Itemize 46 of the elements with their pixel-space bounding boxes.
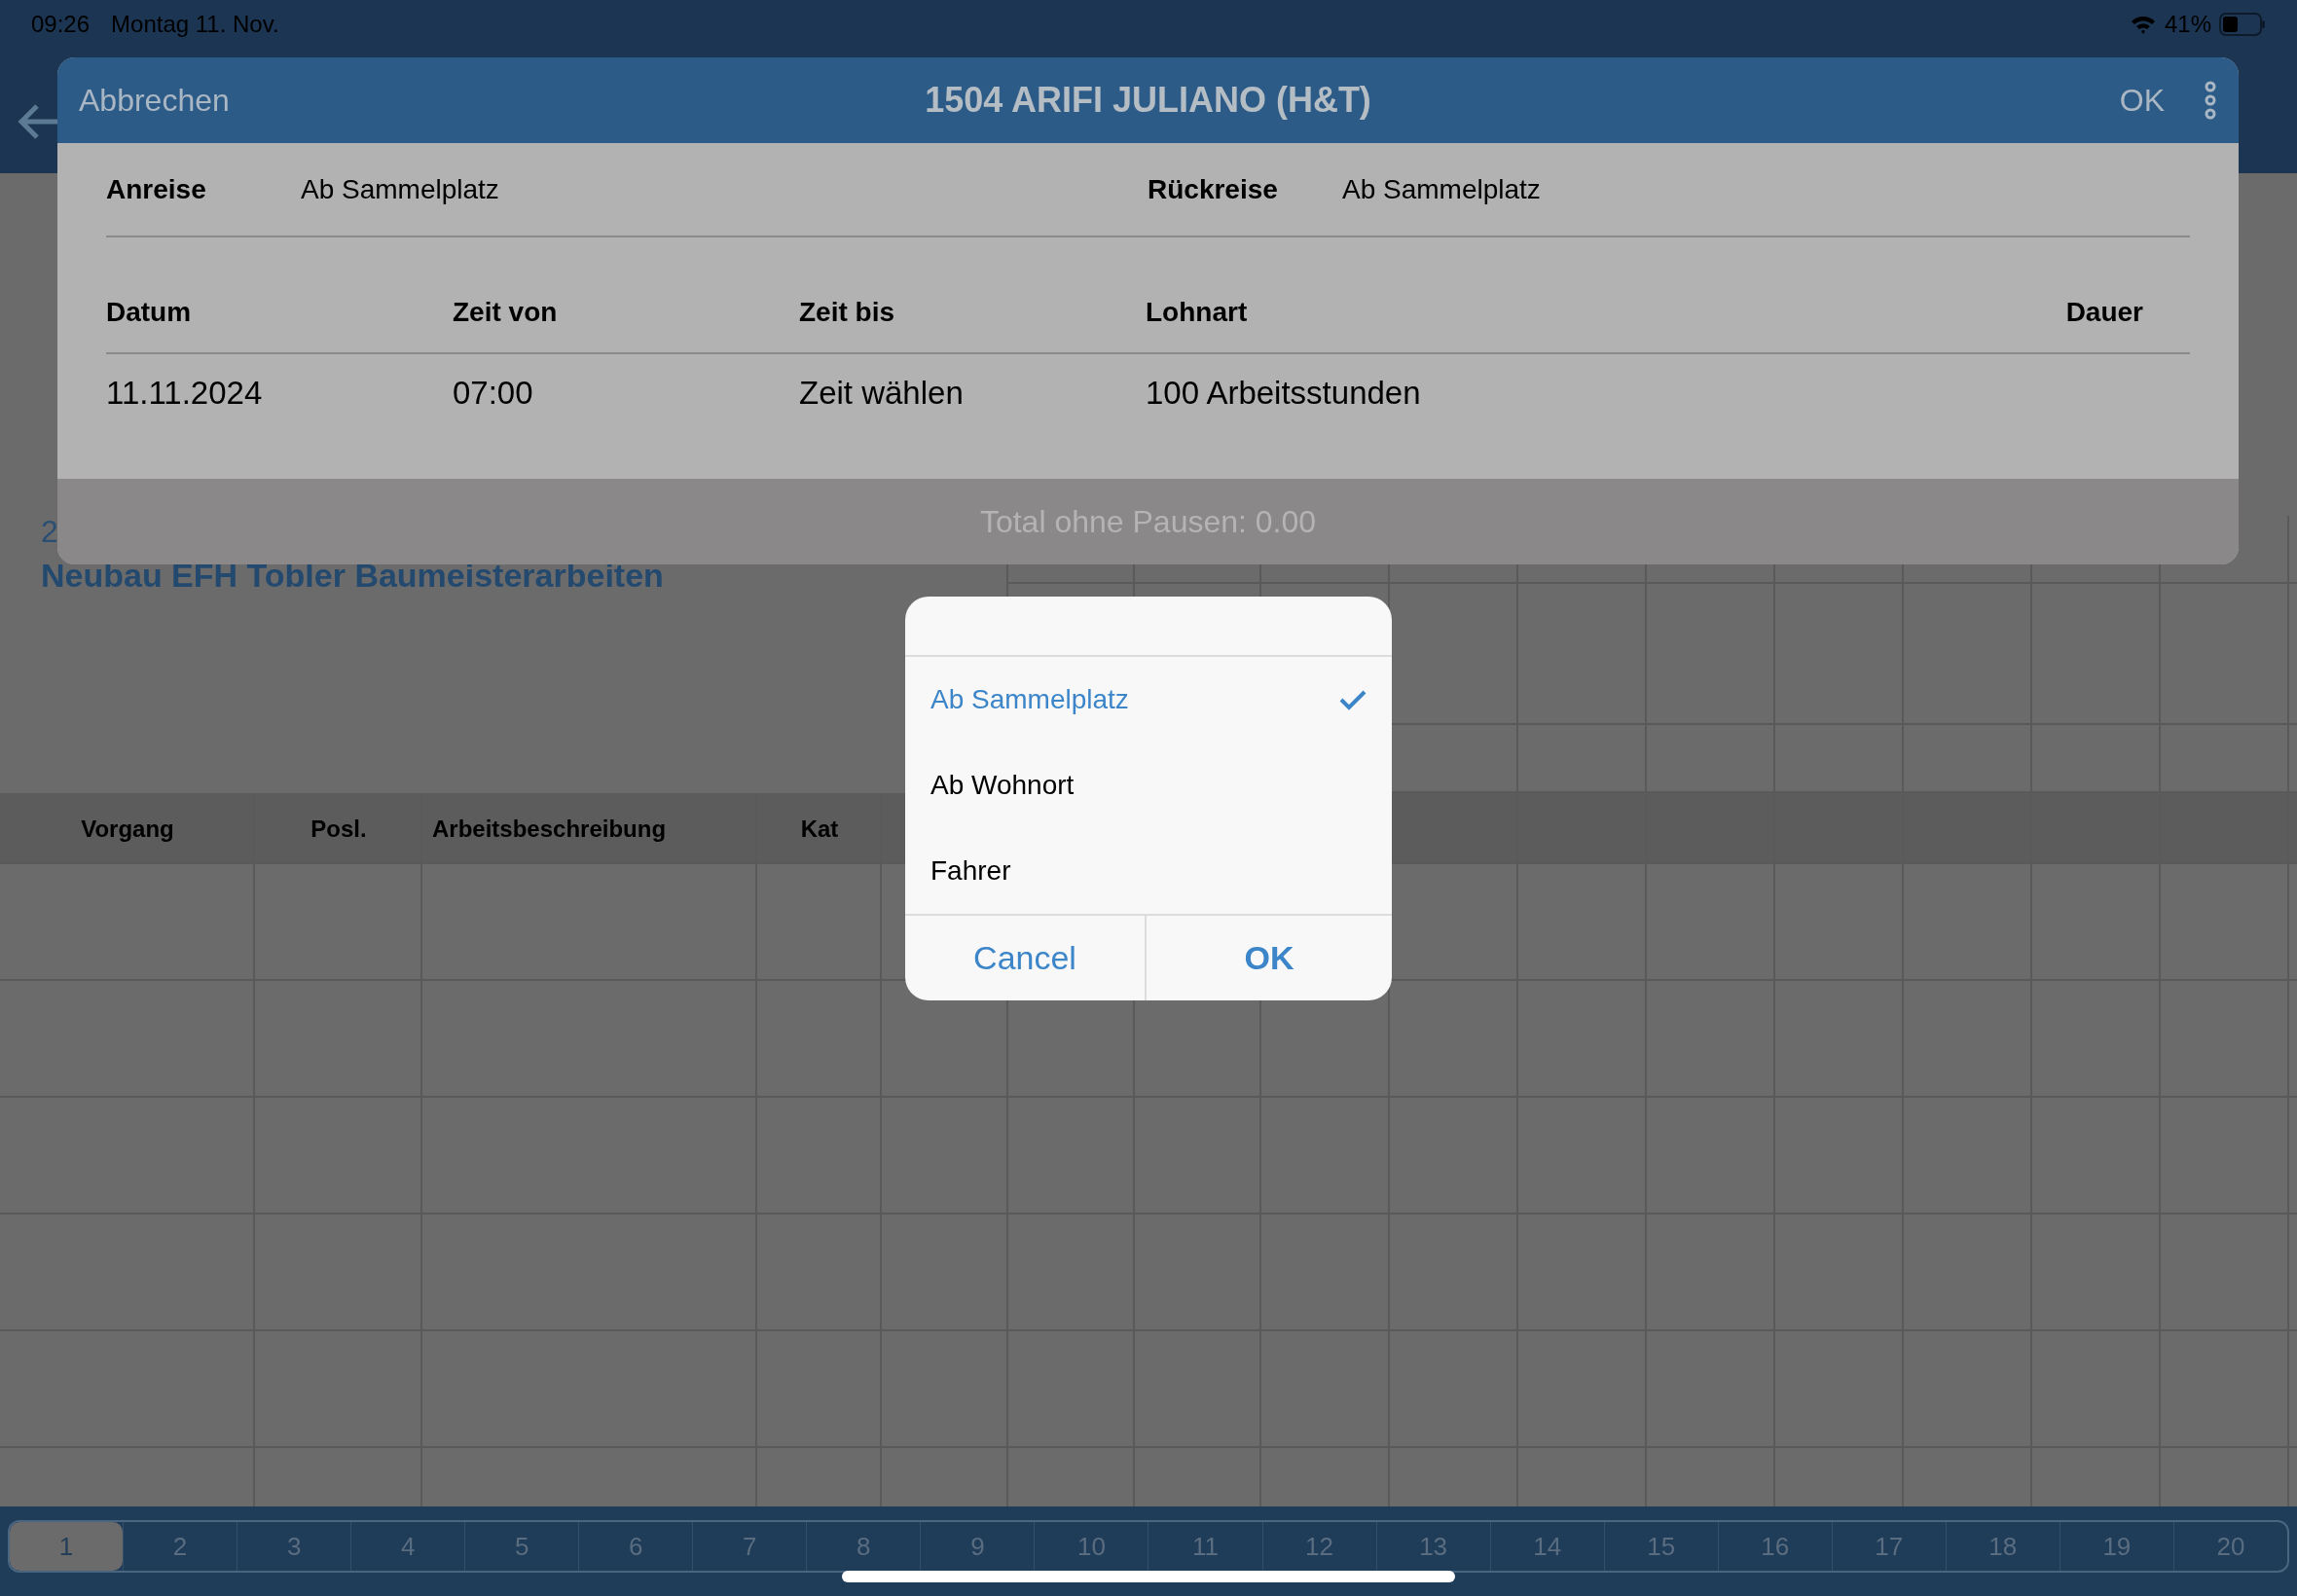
- travel-value[interactable]: Ab Sammelplatz: [1342, 168, 1541, 210]
- picker-option[interactable]: Ab Wohnort: [905, 743, 1392, 828]
- page-tab[interactable]: 18: [1945, 1522, 2060, 1571]
- table-cell[interactable]: Zeit wählen: [799, 375, 964, 412]
- status-time: 09:26: [31, 10, 91, 39]
- picker-option[interactable]: Ab Sammelplatz: [905, 657, 1392, 743]
- page-tab[interactable]: 19: [2059, 1522, 2173, 1571]
- picker-option[interactable]: Fahrer: [905, 828, 1392, 914]
- page-tab[interactable]: 17: [1831, 1522, 1946, 1571]
- page-tab[interactable]: 6: [578, 1522, 693, 1571]
- page-tab[interactable]: 15: [1603, 1522, 1718, 1571]
- status-date: Montag 11. Nov.: [111, 10, 279, 39]
- battery-icon: [2219, 13, 2266, 36]
- travel-label: Anreise: [106, 172, 207, 206]
- page-tab[interactable]: 7: [692, 1522, 807, 1571]
- column-header: Arbeitsbeschreibung: [432, 814, 667, 844]
- table-cell: 07:00: [453, 375, 533, 412]
- travel-value[interactable]: Ab Sammelplatz: [301, 168, 499, 210]
- back-arrow-icon[interactable]: [18, 102, 60, 141]
- page-tab[interactable]: 16: [1717, 1522, 1832, 1571]
- column-header: Posl.: [310, 814, 367, 844]
- column-header: Zeit von: [453, 297, 558, 327]
- more-options-icon[interactable]: [2204, 81, 2217, 120]
- travel-label: Rückreise: [1148, 172, 1279, 206]
- page-tab[interactable]: 2: [123, 1522, 237, 1571]
- page-tab[interactable]: 5: [464, 1522, 579, 1571]
- page-tab[interactable]: 4: [350, 1522, 465, 1571]
- picker-cancel-button[interactable]: Cancel: [905, 916, 1147, 1000]
- dialog-abort-button[interactable]: Abbrechen: [79, 77, 230, 124]
- dialog-title: 1504 ARIFI JULIANO (H&T): [925, 79, 1371, 122]
- page-tab[interactable]: 3: [237, 1522, 351, 1571]
- column-header: Dauer: [2065, 297, 2143, 327]
- column-header: Vorgang: [81, 814, 174, 844]
- ok-button[interactable]: OK: [2119, 77, 2165, 124]
- picker-ok-button[interactable]: OK: [1147, 916, 1392, 1000]
- column-header: Datum: [106, 297, 192, 327]
- column-header: Lohnart: [1146, 297, 1248, 327]
- column-header: Kat: [800, 814, 839, 844]
- column-header: Zeit bis: [799, 297, 894, 327]
- table-cell: 100 Arbeitsstunden: [1146, 375, 1421, 412]
- page-tab[interactable]: 20: [2172, 1522, 2287, 1571]
- page-tab[interactable]: 14: [1489, 1522, 1604, 1571]
- table-cell: 11.11.2024: [106, 375, 263, 412]
- checkmark-icon: [1339, 689, 1367, 710]
- page-tab[interactable]: 1: [10, 1522, 124, 1571]
- battery-percent: 41%: [2164, 10, 2211, 39]
